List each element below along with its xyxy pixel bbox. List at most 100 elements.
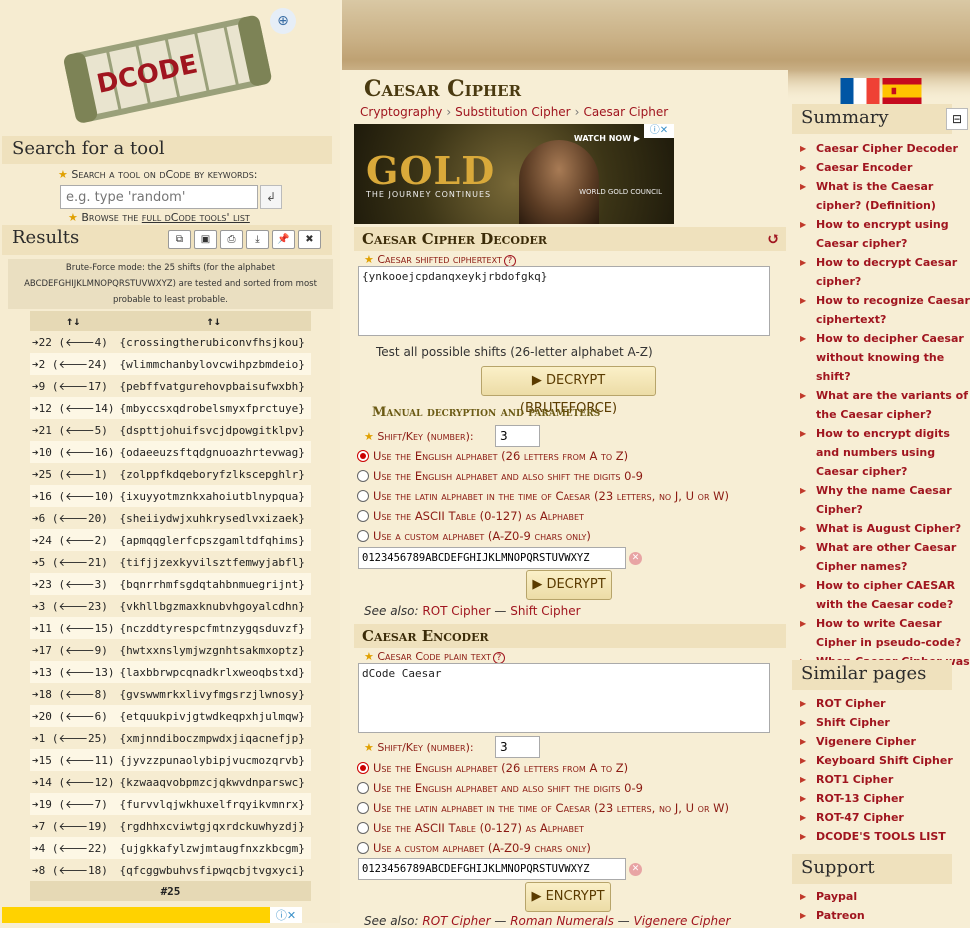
decrypt-bruteforce-button[interactable]: ▶ DECRYPT (BRUTEFORCE) [481,366,656,416]
save-icon[interactable]: ▣ [194,230,217,249]
reload-icon[interactable]: ↺ [767,229,780,248]
breadcrumb-cryptography[interactable]: Cryptography [360,105,442,119]
table-row[interactable]: ➔21 (🡐5) {dspttjohuifsvcjdpowgitklpv} [30,419,311,441]
sidebar-link[interactable]: Caesar Cipher Decoder [816,142,958,155]
table-row[interactable]: ➔22 (🡐4) {crossingtherubiconvfhsjkou} [30,331,311,353]
table-row[interactable]: ➔23 (🡐3) {bqnrrhmfsgdqtahbnmuegrijnt} [30,573,311,595]
decoder-custom-alphabet-input[interactable] [358,547,626,569]
see-also-roman-numerals[interactable]: Roman Numerals [510,914,614,928]
table-row[interactable]: ➔24 (🡐2) {apmqqglerfcpszgamltdfqhims} [30,529,311,551]
gold-ad-banner[interactable]: GOLD THE JOURNEY CONTINUES WATCH NOW ▶ W… [354,124,674,224]
table-row[interactable]: ➔16 (🡐10) {ixuyyotmznkxahoiutblnypqua} [30,485,311,507]
radio[interactable] [357,530,369,542]
plaintext-input[interactable]: dCode Caesar [358,663,770,733]
bottom-ad-banner[interactable]: ⓘ✕ [2,907,302,923]
clear-icon[interactable]: ✕ [629,552,642,565]
table-row[interactable]: ➔15 (🡐11) {jyvzzpunaolybipjvucmozqrvb} [30,749,311,771]
decrypt-button[interactable]: ▶ DECRYPT [526,570,612,600]
table-row[interactable]: ➔9 (🡐17) {pebffvatgurehovpbaisufwxbh} [30,375,311,397]
table-row[interactable]: ➔7 (🡐19) {rgdhhxcviwtgjqxrdckuwhyzdj} [30,815,311,837]
close-icon[interactable]: ✖ [298,230,321,249]
radio-checked[interactable] [357,762,369,774]
search-input[interactable] [60,185,258,209]
table-row[interactable]: ➔2 (🡐24) {wlimmchanbylovcwihpzbmdeio} [30,353,311,375]
table-row[interactable]: ➔11 (🡐15) {nczddtyrespcfmtnzygqsduvzf} [30,617,311,639]
table-row[interactable]: ➔18 (🡐8) {gvswwmrkxlivyfmgsrzjlwnosy} [30,683,311,705]
flag-fr-icon[interactable] [840,78,880,104]
see-also-vigenere-cipher[interactable]: Vigenere Cipher [634,914,731,928]
sidebar-link[interactable]: ROT1 Cipher [816,773,893,786]
table-row[interactable]: ➔5 (🡐21) {tifjjzexkyvilsztfemwyjabfl} [30,551,311,573]
ad-watch-now[interactable]: WATCH NOW ▶ [574,134,640,143]
dec-option-english[interactable]: Use the English alphabet (26 letters fro… [357,449,628,463]
encrypt-button[interactable]: ▶ ENCRYPT [525,882,611,912]
table-row[interactable]: ➔20 (🡐6) {etquukpivjgtwdkeqpxhjulmqw} [30,705,311,727]
enc-option-custom[interactable]: Use a custom alphabet (A-Z0-9 chars only… [357,841,591,855]
table-row[interactable]: ➔3 (🡐23) {vkhllbgzmaxknubvhgoyalcdhn} [30,595,311,617]
table-row[interactable]: ➔13 (🡐13) {laxbbrwpcqnadkrlxweoqbstxd} [30,661,311,683]
radio[interactable] [357,782,369,794]
sort-text-header[interactable]: ↑↓ [116,311,311,331]
sidebar-link[interactable]: ROT Cipher [816,697,886,710]
table-row[interactable]: ➔19 (🡐7) {furvvlqjwkhuxelfrqyikvmnrx} [30,793,311,815]
sidebar-link[interactable]: Patreon [816,909,865,922]
sidebar-link[interactable]: Why the name Caesar Cipher? [816,484,952,516]
table-row[interactable]: ➔25 (🡐1) {zolppfkdqeboryfzlkscepghlr} [30,463,311,485]
radio[interactable] [357,842,369,854]
sidebar-link[interactable]: How to recognize Caesar ciphertext? [816,294,970,326]
clear-icon[interactable]: ✕ [629,863,642,876]
see-also-rot-cipher[interactable]: ROT Cipher [422,914,490,928]
see-also-shift-cipher[interactable]: Shift Cipher [510,604,580,618]
sidebar-link[interactable]: What are other Caesar Cipher names? [816,541,956,573]
download-icon[interactable]: ⤓ [246,230,269,249]
sidebar-link[interactable]: What are the variants of the Caesar ciph… [816,389,968,421]
sidebar-link[interactable]: How to decipher Caesar without knowing t… [816,332,964,383]
table-row[interactable]: ➔8 (🡐18) {qfcggwbuhvsfipwqcbjtvgxyci} [30,859,311,881]
table-row[interactable]: ➔14 (🡐12) {kzwaaqvobpmzcjqkwvdnparswc} [30,771,311,793]
ciphertext-input[interactable]: {ynkooejcpdanqxeykjrbdofgkq} [358,266,770,336]
decoder-key-input[interactable] [495,425,540,447]
table-row[interactable]: ➔4 (🡐22) {ujgkkafylzwjmtaugfnxzkbcgm} [30,837,311,859]
copy-icon[interactable]: ⧉ [168,230,191,249]
sidebar-link[interactable]: Vigenere Cipher [816,735,916,748]
table-row[interactable]: ➔6 (🡐20) {sheiiydwjxuhkrysedlvxizaek} [30,507,311,529]
ad-close-icon[interactable]: ⓘ✕ [644,124,674,138]
enc-option-latin[interactable]: Use the latin alphabet in the time of Ca… [357,801,729,815]
enc-option-ascii[interactable]: Use the ASCII Table (0-127) as Alphabet [357,821,584,835]
see-also-rot-cipher[interactable]: ROT Cipher [422,604,490,618]
sidebar-link[interactable]: ROT-47 Cipher [816,811,904,824]
table-row[interactable]: ➔10 (🡐16) {odaeeuzsftqdgnuoazhrtevwag} [30,441,311,463]
sidebar-link[interactable]: Shift Cipher [816,716,890,729]
sidebar-link[interactable]: Caesar Encoder [816,161,912,174]
radio[interactable] [357,822,369,834]
radio[interactable] [357,510,369,522]
encoder-key-input[interactable] [495,736,540,758]
breadcrumb-caesar-cipher[interactable]: Caesar Cipher [583,105,668,119]
enc-option-english[interactable]: Use the English alphabet (26 letters fro… [357,761,628,775]
sort-shift-header[interactable]: ↑↓ [30,311,117,331]
full-tools-list-link[interactable]: full dCode tools' list [142,211,250,224]
enc-option-english-digits[interactable]: Use the English alphabet and also shift … [357,781,643,795]
sidebar-link[interactable]: How to encrypt digits and numbers using … [816,427,950,478]
sidebar-link[interactable]: Keyboard Shift Cipher [816,754,953,767]
encoder-custom-alphabet-input[interactable] [358,858,626,880]
table-row[interactable]: ➔17 (🡐9) {hwtxxnslymjwzgnhtsakmxoptz} [30,639,311,661]
dec-option-ascii[interactable]: Use the ASCII Table (0-127) as Alphabet [357,509,584,523]
sidebar-link[interactable]: How to decrypt Caesar cipher? [816,256,957,288]
magnifier-icon[interactable]: ⊕ [270,8,296,34]
pin-icon[interactable]: 📌 [272,230,295,249]
table-row[interactable]: ➔1 (🡐25) {xmjnndiboczmpwdxjiqacnefjp} [30,727,311,749]
dcode-logo[interactable]: DCODE [38,4,300,138]
radio[interactable] [357,470,369,482]
breadcrumb-substitution-cipher[interactable]: Substitution Cipher [455,105,571,119]
radio[interactable] [357,490,369,502]
sidebar-link[interactable]: DCODE'S TOOLS LIST [816,830,946,843]
sidebar-link[interactable]: How to write Caesar Cipher in pseudo-cod… [816,617,961,649]
sidebar-link[interactable]: Paypal [816,890,857,903]
dec-option-english-digits[interactable]: Use the English alphabet and also shift … [357,469,643,483]
flag-es-icon[interactable] [882,78,922,104]
collapse-icon[interactable]: ⊟ [946,108,968,130]
sidebar-link[interactable]: How to encrypt using Caesar cipher? [816,218,949,250]
sidebar-link[interactable]: ROT-13 Cipher [816,792,904,805]
sidebar-link[interactable]: What is the Caesar cipher? (Definition) [816,180,936,212]
